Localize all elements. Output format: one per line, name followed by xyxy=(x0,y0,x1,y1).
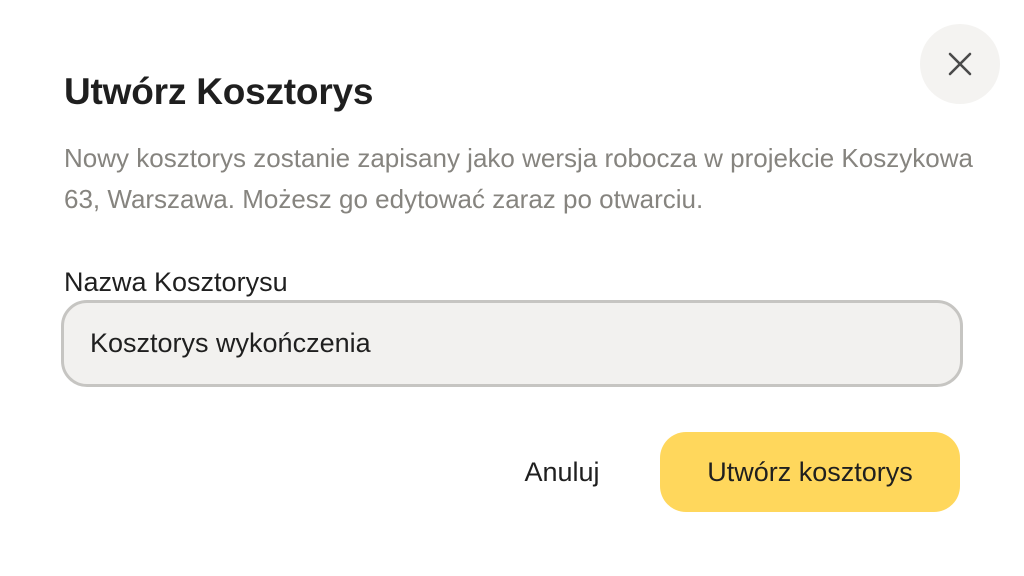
create-estimate-button[interactable]: Utwórz kosztorys xyxy=(660,432,960,512)
estimate-name-input[interactable] xyxy=(61,300,963,387)
close-icon xyxy=(947,51,973,77)
estimate-name-label: Nazwa Kosztorysu xyxy=(64,267,288,297)
dialog-description: Nowy kosztorys zostanie zapisany jako we… xyxy=(64,143,973,214)
create-estimate-dialog: Utwórz Kosztorys Nowy kosztorys zostanie… xyxy=(0,0,1024,576)
dialog-title: Utwórz Kosztorys xyxy=(64,71,374,112)
close-button[interactable] xyxy=(920,24,1000,104)
cancel-button[interactable]: Anuluj xyxy=(500,432,624,512)
